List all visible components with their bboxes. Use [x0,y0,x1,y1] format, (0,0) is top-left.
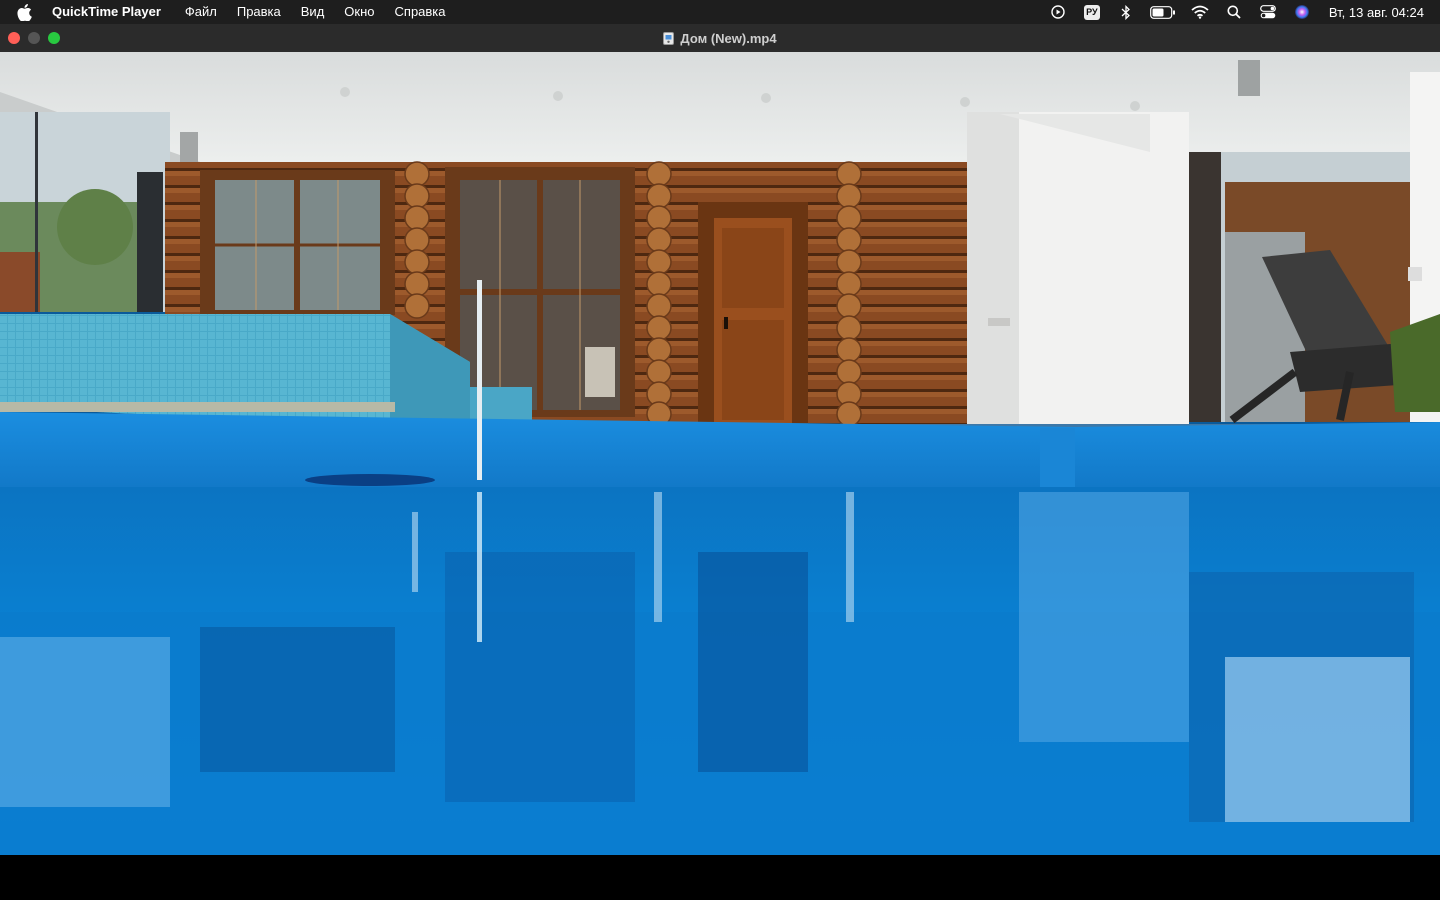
video-player[interactable] [0,52,1440,855]
window-title: Дом (New).mp4 [680,30,777,46]
document-icon [663,31,675,45]
control-center-icon[interactable] [1256,0,1280,24]
menu-bar: QuickTime Player Файл Правка Вид Окно Сп… [0,0,1440,24]
letterbox-bottom [0,855,1440,900]
menu-clock[interactable]: Вт, 13 авг. 04:24 [1319,5,1440,20]
bluetooth-icon[interactable] [1114,0,1138,24]
apple-icon[interactable] [14,0,34,24]
window-title-area: Дом (New).mp4 [0,24,1440,52]
siri-icon[interactable] [1290,0,1314,24]
input-source-label: РУ [1083,4,1100,20]
menu-view[interactable]: Вид [291,0,335,24]
battery-icon[interactable] [1148,0,1178,24]
spotlight-icon[interactable] [1222,0,1246,24]
input-source-icon[interactable]: РУ [1080,0,1104,24]
menu-edit[interactable]: Правка [227,0,291,24]
window-titlebar[interactable]: Дом (New).mp4 [0,24,1440,53]
menu-file[interactable]: Файл [175,0,227,24]
menu-window[interactable]: Окно [334,0,384,24]
menu-help[interactable]: Справка [385,0,456,24]
wifi-icon[interactable] [1188,0,1212,24]
app-menu-quicktime[interactable]: QuickTime Player [52,0,175,24]
screen-record-icon[interactable] [1046,0,1070,24]
video-frame-image [0,52,1440,855]
